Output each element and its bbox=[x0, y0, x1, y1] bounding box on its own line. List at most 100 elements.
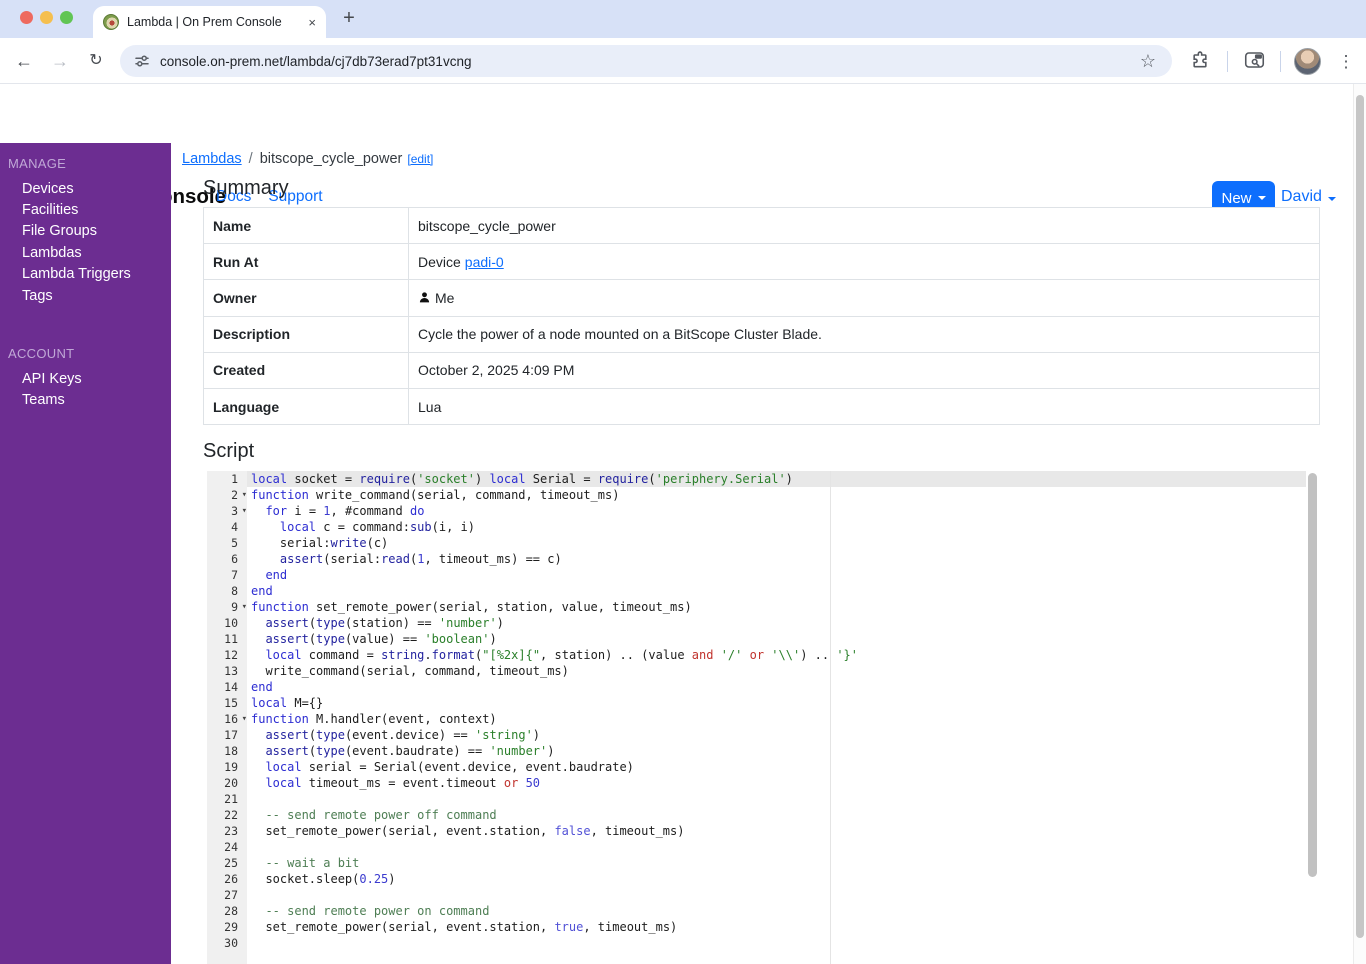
sidebar-item-api-keys[interactable]: API Keys bbox=[8, 368, 163, 389]
gutter-line-number[interactable]: 13 bbox=[207, 663, 247, 679]
back-icon[interactable]: ← bbox=[12, 50, 36, 74]
gutter-line-number[interactable]: 3 ▾ bbox=[207, 503, 247, 519]
code-line[interactable]: local serial = Serial(event.device, even… bbox=[247, 759, 1306, 775]
gutter-line-number[interactable]: 10 bbox=[207, 615, 247, 631]
gutter-line-number[interactable]: 30 bbox=[207, 935, 247, 951]
code-line[interactable]: assert(type(value) == 'boolean') bbox=[247, 631, 1306, 647]
code-line[interactable]: write_command(serial, command, timeout_m… bbox=[247, 663, 1306, 679]
address-bar[interactable]: console.on-prem.net/lambda/cj7db73erad7p… bbox=[120, 45, 1172, 77]
code-line[interactable]: socket.sleep(0.25) bbox=[247, 871, 1306, 887]
code-line[interactable]: assert(type(event.baudrate) == 'number') bbox=[247, 743, 1306, 759]
forward-icon[interactable]: → bbox=[48, 50, 72, 74]
zoom-window-icon[interactable] bbox=[60, 11, 73, 24]
new-tab-icon[interactable]: + bbox=[337, 7, 361, 31]
sidebar-item-devices[interactable]: Devices bbox=[8, 178, 163, 199]
sidebar-item-lambda-triggers[interactable]: Lambda Triggers bbox=[8, 264, 163, 285]
page-scrollbar[interactable] bbox=[1353, 84, 1366, 964]
gutter-line-number[interactable]: 18 bbox=[207, 743, 247, 759]
person-icon bbox=[419, 292, 430, 303]
gutter-line-number[interactable]: 4 bbox=[207, 519, 247, 535]
bookmark-star-icon[interactable]: ☆ bbox=[1136, 50, 1160, 74]
gutter-line-number[interactable]: 1 bbox=[207, 471, 247, 487]
code-line[interactable]: local c = command:sub(i, i) bbox=[247, 519, 1306, 535]
gutter-line-number[interactable]: 23 bbox=[207, 823, 247, 839]
gutter-line-number[interactable]: 12 bbox=[207, 647, 247, 663]
code-line[interactable]: end bbox=[247, 583, 1306, 599]
code-line[interactable]: -- send remote power on command bbox=[247, 903, 1306, 919]
line-number: 12 bbox=[224, 648, 238, 662]
tab-close-icon[interactable]: × bbox=[308, 16, 316, 29]
gutter-line-number[interactable]: 26 bbox=[207, 871, 247, 887]
code-line[interactable]: function M.handler(event, context) bbox=[247, 711, 1306, 727]
gutter-line-number[interactable]: 5 bbox=[207, 535, 247, 551]
code-line[interactable]: -- wait a bit bbox=[247, 855, 1306, 871]
code-line[interactable]: local M={} bbox=[247, 695, 1306, 711]
code-line[interactable]: set_remote_power(serial, event.station, … bbox=[247, 823, 1306, 839]
code-line[interactable]: end bbox=[247, 567, 1306, 583]
gutter-line-number[interactable]: 19 bbox=[207, 759, 247, 775]
editor-code[interactable]: local socket = require('socket') local S… bbox=[247, 471, 1306, 964]
gutter-line-number[interactable]: 14 bbox=[207, 679, 247, 695]
sidebar-item-lambdas[interactable]: Lambdas bbox=[8, 242, 163, 263]
code-line[interactable] bbox=[247, 839, 1306, 855]
editor-scrollbar-thumb[interactable] bbox=[1308, 473, 1317, 877]
browser-window: Lambda | On Prem Console × + ← → ↻ conso… bbox=[0, 0, 1366, 964]
code-line[interactable]: assert(type(event.device) == 'string') bbox=[247, 727, 1306, 743]
gutter-line-number[interactable]: 6 bbox=[207, 551, 247, 567]
page-scrollbar-thumb[interactable] bbox=[1356, 95, 1364, 938]
gutter-line-number[interactable]: 17 bbox=[207, 727, 247, 743]
gutter-line-number[interactable]: 29 bbox=[207, 919, 247, 935]
profile-avatar[interactable] bbox=[1294, 48, 1321, 75]
browser-tab[interactable]: Lambda | On Prem Console × bbox=[93, 6, 326, 38]
sidebar-item-facilities[interactable]: Facilities bbox=[8, 199, 163, 220]
minimize-window-icon[interactable] bbox=[40, 11, 53, 24]
close-window-icon[interactable] bbox=[20, 11, 33, 24]
gutter-line-number[interactable]: 27 bbox=[207, 887, 247, 903]
code-line[interactable] bbox=[247, 887, 1306, 903]
edit-link[interactable]: [edit] bbox=[407, 152, 433, 166]
gutter-line-number[interactable]: 9 ▾ bbox=[207, 599, 247, 615]
code-line[interactable]: local socket = require('socket') local S… bbox=[247, 471, 1306, 487]
gutter-line-number[interactable]: 15 bbox=[207, 695, 247, 711]
code-line[interactable]: -- send remote power off command bbox=[247, 807, 1306, 823]
user-menu[interactable]: David bbox=[1281, 188, 1336, 206]
gutter-line-number[interactable]: 7 bbox=[207, 567, 247, 583]
code-editor[interactable]: 1 2 ▾ 3 ▾ 4 5 6 7 8 9 ▾ 10 11 12 13 14 15 16 ▾ 17 18 19 20 21 22 2… bbox=[207, 471, 1320, 964]
line-number: 28 bbox=[224, 904, 238, 918]
site-settings-icon[interactable] bbox=[134, 53, 150, 69]
gutter-line-number[interactable]: 22 bbox=[207, 807, 247, 823]
gutter-line-number[interactable]: 2 ▾ bbox=[207, 487, 247, 503]
code-line[interactable] bbox=[247, 791, 1306, 807]
code-line[interactable]: set_remote_power(serial, event.station, … bbox=[247, 919, 1306, 935]
gutter-line-number[interactable]: 8 bbox=[207, 583, 247, 599]
breadcrumb-lambdas-link[interactable]: Lambdas bbox=[182, 151, 242, 167]
code-line[interactable]: for i = 1, #command do bbox=[247, 503, 1306, 519]
code-line[interactable]: function write_command(serial, command, … bbox=[247, 487, 1306, 503]
side-panel-search-icon[interactable] bbox=[1242, 50, 1266, 74]
code-line[interactable]: local timeout_ms = event.timeout or 50 bbox=[247, 775, 1306, 791]
window-controls bbox=[20, 11, 73, 24]
gutter-line-number[interactable]: 25 bbox=[207, 855, 247, 871]
editor-scrollbar[interactable] bbox=[1306, 471, 1320, 964]
gutter-line-number[interactable]: 28 bbox=[207, 903, 247, 919]
gutter-line-number[interactable]: 20 bbox=[207, 775, 247, 791]
device-link[interactable]: padi-0 bbox=[465, 254, 504, 270]
sidebar-item-tags[interactable]: Tags bbox=[8, 285, 163, 306]
code-line[interactable] bbox=[247, 935, 1306, 951]
gutter-line-number[interactable]: 16 ▾ bbox=[207, 711, 247, 727]
code-line[interactable]: assert(type(station) == 'number') bbox=[247, 615, 1306, 631]
reload-icon[interactable]: ↻ bbox=[84, 50, 108, 74]
sidebar-item-file-groups[interactable]: File Groups bbox=[8, 221, 163, 242]
code-line[interactable]: end bbox=[247, 679, 1306, 695]
code-line[interactable]: assert(serial:read(1, timeout_ms) == c) bbox=[247, 551, 1306, 567]
gutter-line-number[interactable]: 11 bbox=[207, 631, 247, 647]
gutter-line-number[interactable]: 21 bbox=[207, 791, 247, 807]
gutter-line-number[interactable]: 24 bbox=[207, 839, 247, 855]
browser-menu-icon[interactable]: ⋮ bbox=[1334, 50, 1358, 74]
code-line[interactable]: local command = string.format("[%2x]{", … bbox=[247, 647, 1306, 663]
code-line[interactable]: function set_remote_power(serial, statio… bbox=[247, 599, 1306, 615]
sidebar-item-teams[interactable]: Teams bbox=[8, 390, 163, 411]
line-number: 26 bbox=[224, 872, 238, 886]
code-line[interactable]: serial:write(c) bbox=[247, 535, 1306, 551]
extensions-icon[interactable] bbox=[1188, 50, 1212, 74]
